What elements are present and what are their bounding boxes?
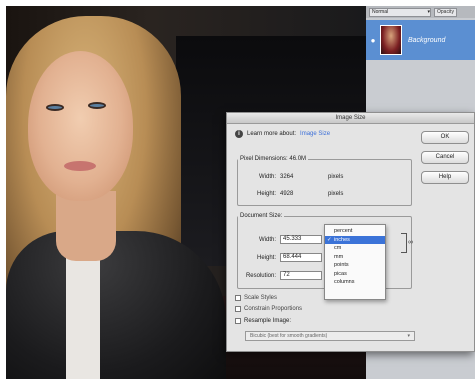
resample-label: Resample Image: [244, 318, 292, 324]
layers-toolbar: Normal ▾ Opacity [366, 6, 475, 18]
constrain-checkbox[interactable] [235, 306, 241, 312]
constrain-label: Constrain Proportions [244, 306, 303, 312]
learn-more-link[interactable]: Image Size [300, 131, 330, 137]
pixel-width-unit: pixels [328, 174, 344, 180]
chevron-down-icon: ▾ [427, 8, 430, 15]
blend-mode-value: Normal [372, 8, 389, 15]
resolution-input[interactable]: 72 [280, 271, 322, 280]
pixel-dimensions-legend: Pixel Dimensions: 46.0M [240, 156, 307, 162]
pixel-height-label: Height: [256, 191, 276, 197]
learn-more: i Learn more about: Image Size [235, 130, 330, 138]
shirt [66, 251, 100, 379]
unit-dropdown-menu: percent ✓ inches cm mm points picas columns [324, 224, 386, 300]
scale-styles-option[interactable]: Scale Styles [235, 295, 277, 301]
info-icon: i [235, 130, 243, 138]
unit-menu-item-label: points [334, 262, 349, 268]
right-eye [88, 102, 106, 109]
doc-height-input[interactable]: 68.444 [280, 253, 322, 262]
layer-thumbnail [380, 25, 402, 55]
pixel-width-value: 3264 [280, 174, 294, 180]
help-button[interactable]: Help [421, 171, 469, 184]
learn-more-label: Learn more about: [247, 131, 297, 137]
layer-name: Background [408, 36, 446, 44]
unit-menu-item-cm[interactable]: cm [325, 244, 385, 253]
workspace: Normal ▾ Opacity ● Background Image Size… [6, 6, 475, 379]
unit-menu-item-picas[interactable]: picas [325, 270, 385, 279]
doc-width-label: Width: [258, 236, 276, 243]
resolution-label: Resolution: [245, 272, 276, 279]
ok-button[interactable]: OK [421, 131, 469, 144]
check-icon: ✓ [327, 236, 332, 243]
unit-menu-item-inches[interactable]: ✓ inches [325, 235, 385, 244]
unit-menu-item-label: columns [334, 279, 355, 285]
blend-mode-select[interactable]: Normal ▾ [369, 7, 431, 17]
resample-option[interactable]: Resample Image: [235, 318, 291, 324]
chain-link-icon: ∞ [408, 239, 413, 246]
doc-height-label: Height: [256, 254, 276, 261]
unit-menu-item-label: picas [334, 270, 347, 277]
unit-menu-item-label: cm [334, 245, 342, 251]
eye-icon[interactable]: ● [366, 36, 380, 45]
unit-menu-item-label: percent [334, 228, 353, 234]
pixel-height-unit: pixels [328, 191, 344, 197]
left-eye [46, 104, 64, 111]
unit-menu-item-percent[interactable]: percent [325, 227, 385, 236]
unit-menu-item-points[interactable]: points [325, 261, 385, 270]
constrain-option[interactable]: Constrain Proportions [235, 306, 302, 312]
neck [56, 191, 116, 261]
pixel-height-value: 4928 [280, 191, 294, 197]
scale-styles-checkbox[interactable] [235, 295, 241, 301]
face [28, 51, 133, 201]
lips [64, 161, 96, 171]
opacity-label[interactable]: Opacity [434, 7, 457, 17]
link-bracket [401, 233, 407, 253]
dialog-title: Image Size [227, 113, 474, 124]
doc-width-input[interactable]: 45.333 [280, 235, 322, 244]
scale-styles-label: Scale Styles [244, 295, 278, 301]
layer-row-background[interactable]: ● Background [366, 20, 475, 60]
pixel-dimensions-group: Pixel Dimensions: 46.0M Width: 3264 pixe… [237, 156, 412, 206]
unit-menu-item-label: inches [334, 236, 350, 243]
resample-checkbox[interactable] [235, 318, 241, 324]
pixel-width-label: Width: [258, 174, 276, 180]
pixel-height-row: Height: 4928 pixels [242, 191, 343, 197]
cancel-button[interactable]: Cancel [421, 151, 469, 164]
unit-menu-item-label: mm [334, 253, 344, 260]
document-size-legend: Document Size: [240, 213, 283, 219]
chevron-down-icon: ▾ [407, 333, 410, 339]
pixel-width-row: Width: 3264 pixels [242, 174, 343, 180]
resample-method-select[interactable]: Bicubic (best for smooth gradients) ▾ [245, 331, 415, 341]
unit-menu-item-columns[interactable]: columns [325, 278, 385, 287]
unit-menu-item-mm[interactable]: mm [325, 253, 385, 262]
resample-method-value: Bicubic (best for smooth gradients) [250, 333, 328, 339]
jacket [6, 231, 226, 379]
